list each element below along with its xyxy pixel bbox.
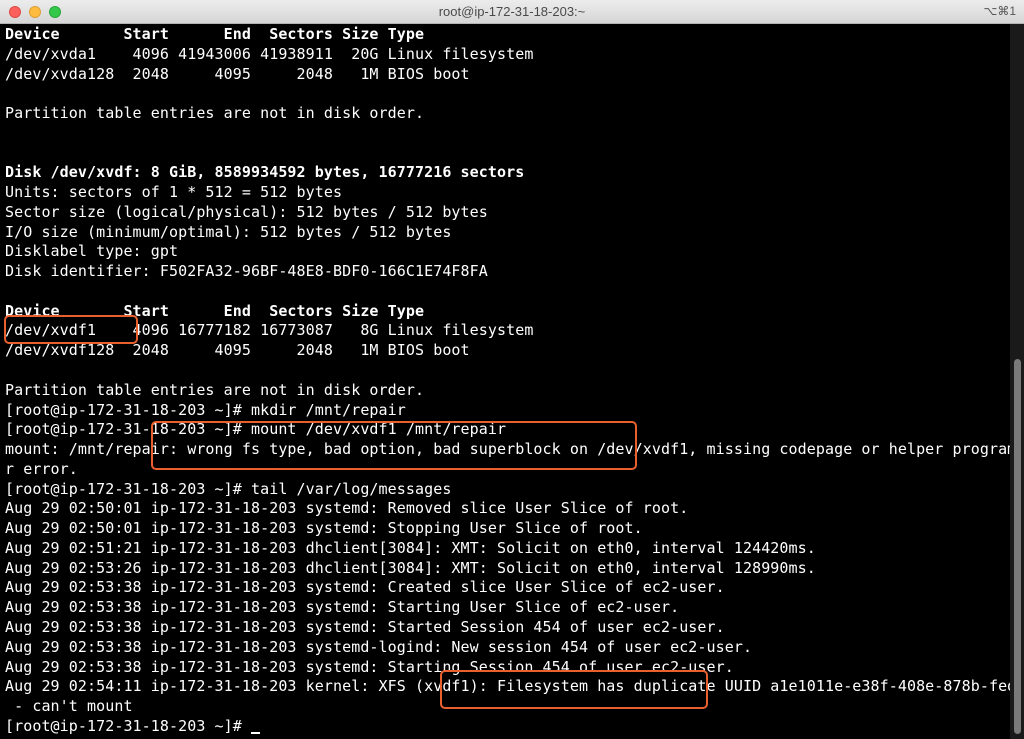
cursor	[251, 731, 260, 734]
terminal-line: Partition table entries are not in disk …	[5, 380, 425, 399]
terminal-line: [root@ip-172-31-18-203 ~]# mkdir /mnt/re…	[5, 400, 406, 419]
terminal-line: Partition table entries are not in disk …	[5, 104, 425, 123]
terminal-line: Aug 29 02:53:38 ip-172-31-18-203 systemd…	[5, 637, 753, 656]
terminal-line: Aug 29 02:53:38 ip-172-31-18-203 systemd…	[5, 617, 725, 636]
scrollbar-thumb[interactable]	[1014, 359, 1021, 734]
terminal-line: /dev/xvdf1 4096 16777182 16773087 8G Lin…	[5, 321, 534, 340]
window-shortcut: ⌥⌘1	[983, 4, 1016, 18]
terminal-line: /dev/xvda1 4096 41943006 41938911 20G Li…	[5, 44, 534, 63]
highlight-box-mount-error	[151, 421, 637, 470]
terminal-line: Disk /dev/xvdf: 8 GiB, 8589934592 bytes,…	[5, 163, 525, 182]
terminal-output[interactable]: Device Start End Sectors Size Type/dev/x…	[5, 25, 1010, 739]
terminal-line: Aug 29 02:53:38 ip-172-31-18-203 systemd…	[5, 578, 725, 597]
terminal-line: [root@ip-172-31-18-203 ~]#	[5, 717, 1010, 737]
terminal-line: Disklabel type: gpt	[5, 242, 179, 261]
terminal-line: /dev/xvda128 2048 4095 2048 1M BIOS boot	[5, 64, 470, 83]
terminal-line: Units: sectors of 1 * 512 = 512 bytes	[5, 183, 343, 202]
terminal-line: Aug 29 02:50:01 ip-172-31-18-203 systemd…	[5, 519, 643, 538]
terminal-line: Device Start End Sectors Size Type	[5, 25, 425, 43]
highlight-box-device	[4, 315, 138, 344]
window-titlebar[interactable]: root@ip-172-31-18-203:~ ⌥⌘1	[0, 0, 1024, 24]
highlight-box-duplicate-uuid	[440, 670, 708, 709]
terminal-line: /dev/xvdf128 2048 4095 2048 1M BIOS boot	[5, 341, 470, 360]
terminal-line: I/O size (minimum/optimal): 512 bytes / …	[5, 222, 452, 241]
window-title: root@ip-172-31-18-203:~	[438, 4, 586, 19]
terminal-line: Aug 29 02:53:26 ip-172-31-18-203 dhclien…	[5, 558, 816, 577]
terminal-line: Aug 29 02:51:21 ip-172-31-18-203 dhclien…	[5, 538, 816, 557]
terminal-line: Device Start End Sectors Size Type	[5, 301, 425, 320]
terminal-line: Aug 29 02:50:01 ip-172-31-18-203 systemd…	[5, 499, 689, 518]
terminal-line: Aug 29 02:53:38 ip-172-31-18-203 systemd…	[5, 598, 680, 617]
terminal-line: Sector size (logical/physical): 512 byte…	[5, 202, 488, 221]
terminal-line: Disk identifier: F502FA32-96BF-48E8-BDF0…	[5, 262, 488, 281]
scrollbar[interactable]	[1010, 24, 1024, 739]
terminal-line: [root@ip-172-31-18-203 ~]# tail /var/log…	[5, 479, 452, 498]
